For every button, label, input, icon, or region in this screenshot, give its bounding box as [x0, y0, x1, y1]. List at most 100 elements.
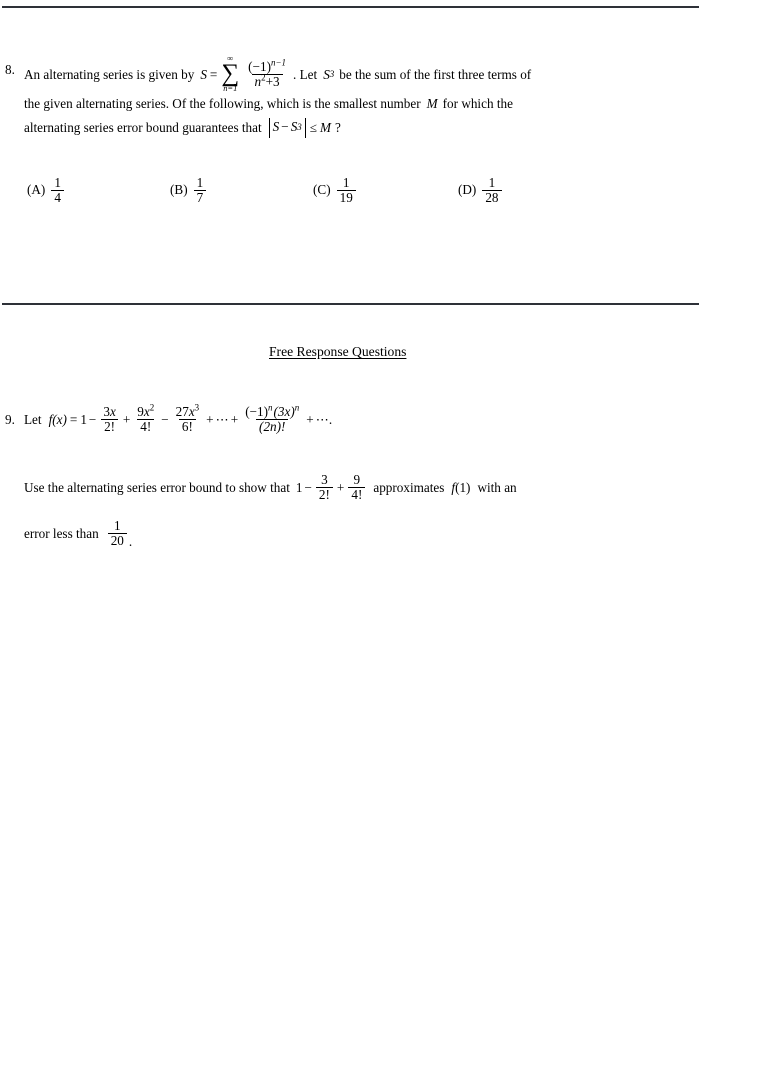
q9-gen-sign-exp: n — [268, 402, 273, 413]
q9-t2-coeff: 9 — [137, 404, 144, 419]
answer-choice-d[interactable]: (D) 1 28 — [458, 176, 504, 205]
answer-choice-c-label: (C) — [313, 182, 331, 198]
q8-line3-variable-M: M — [320, 120, 332, 136]
question-9-number: 9. — [5, 412, 15, 427]
answer-choice-a-fraction: 1 4 — [51, 176, 64, 205]
q8-line2-variable-M: M — [426, 96, 438, 112]
q9-t1-den: 2! — [101, 418, 119, 434]
question-9-prompt-line-2: error less than 1 20 . — [24, 519, 132, 548]
q8-series-formula: S = ∞ ∑ n=1 (−1)n−1 n2+3 — [200, 54, 291, 94]
question-8-line-2: the given alternating series. Of the fol… — [24, 96, 513, 112]
answer-choice-a-numerator: 1 — [54, 175, 61, 190]
q9-plus-2: + — [206, 411, 214, 427]
q9-t3-coeff: 27 — [175, 404, 189, 419]
q9-ellipsis-1: ⋯ — [215, 411, 229, 427]
answer-choice-d-label: (D) — [458, 182, 477, 198]
answer-choice-b-label: (B) — [170, 182, 188, 198]
q9-ellipsis-2: ⋯ — [315, 411, 329, 427]
q8-S3-base: S — [323, 66, 330, 82]
q9-t2-den: 4! — [137, 418, 155, 434]
q9-approx-one: 1 — [295, 479, 303, 495]
top-divider — [2, 6, 699, 8]
answer-choice-b[interactable]: (B) 1 7 — [170, 176, 208, 205]
q9-equals-sign: = — [69, 411, 78, 427]
answer-choice-a[interactable]: (A) 1 4 — [27, 176, 66, 205]
q8-summand-fraction: (−1)n−1 n2+3 — [245, 57, 289, 89]
q9-prompt-function-argument: (1) — [455, 479, 471, 495]
question-9-prompt-line-1: Use the alternating series error bound t… — [24, 473, 517, 502]
q8-formula-S: S — [200, 66, 207, 82]
question-8-line-1: An alternating series is given by S = ∞ … — [24, 54, 532, 94]
q9-term-3-fraction: 27x3 6! — [173, 402, 203, 434]
q9-error-denominator: 20 — [107, 532, 127, 548]
answer-choice-d-denominator: 28 — [482, 189, 502, 205]
q9-approx-t2-num: 9 — [353, 472, 361, 487]
q8-line1-text-c: be the sum of the first three terms of — [339, 66, 532, 82]
q9-prompt-text-c: with an — [477, 479, 517, 495]
q9-term-1-fraction: 3x 2! — [100, 404, 119, 434]
q8-summation: ∞ ∑ n=1 — [221, 54, 239, 94]
answer-choice-c-fraction: 1 19 — [336, 175, 356, 205]
answer-choice-b-denominator: 7 — [193, 189, 207, 205]
answer-choice-c-numerator: 1 — [342, 175, 350, 190]
q8-line3-text: alternating series error bound guarantee… — [24, 120, 262, 136]
answer-choice-d-numerator: 1 — [488, 175, 496, 190]
q9-gen-base: (3x) — [273, 404, 295, 419]
q8-line2-text-end: for which the — [442, 96, 513, 112]
q9-lead-text: Let — [24, 411, 42, 427]
q9-error-period: . — [128, 533, 133, 549]
answer-choice-b-numerator: 1 — [196, 175, 204, 190]
q8-less-equal-sign: ≤ — [309, 120, 318, 136]
question-9-definition-line: Let f (x) = 1 − 3x 2! + 9x2 4! − 27x3 6! … — [24, 402, 333, 434]
q8-line3-question-mark: ? — [335, 120, 341, 136]
answer-choice-d-fraction: 1 28 — [482, 175, 502, 205]
q8-line2-text: the given alternating series. Of the fol… — [24, 96, 421, 112]
q9-t2-exp: 2 — [149, 402, 155, 413]
q9-prompt-text-d: error less than — [24, 525, 99, 541]
q8-absolute-value-expression: S − S3 — [268, 118, 306, 138]
q8-sum-lower-limit: n=1 — [223, 84, 238, 94]
q8-abs-S: S — [272, 119, 280, 134]
q9-term-2-fraction: 9x2 4! — [134, 402, 157, 434]
free-response-section-header: Free Response Questions — [269, 344, 407, 359]
q9-minus-2: − — [161, 411, 169, 427]
answer-choice-c[interactable]: (C) 1 19 — [313, 176, 358, 205]
answer-choice-b-fraction: 1 7 — [193, 175, 207, 205]
q9-approx-plus: + — [336, 479, 345, 495]
q9-general-term-fraction: (−1)n(3x)n (2n)! — [242, 402, 302, 434]
q9-plus-4: + — [306, 411, 314, 427]
question-8-number: 8. — [5, 62, 15, 77]
q9-approx-minus: − — [304, 479, 312, 495]
q9-approx-t1-num: 3 — [321, 472, 328, 487]
q9-error-bound-fraction: 1 20 — [107, 518, 127, 548]
q9-gen-exp: n — [294, 402, 300, 413]
q8-summand-denominator-rest: +3 — [265, 73, 280, 89]
q9-prompt-text-a: Use the alternating series error bound t… — [24, 479, 290, 495]
q9-approx-term-2-fraction: 9 4! — [348, 472, 366, 502]
q9-t3-den: 6! — [178, 418, 196, 434]
answer-choice-a-label: (A) — [27, 182, 46, 198]
q9-error-numerator: 1 — [114, 518, 121, 533]
worksheet-page: 8. An alternating series is given by S =… — [0, 0, 768, 1067]
q9-gen-sign: (−1) — [245, 404, 269, 419]
q9-approx-t2-den: 4! — [348, 486, 366, 502]
q8-summand-numerator-exponent: n−1 — [271, 57, 287, 68]
q8-line1-text-b: . Let — [293, 66, 318, 82]
section-divider — [2, 303, 699, 305]
q9-prompt-text-b: approximates — [373, 479, 445, 495]
answer-choice-c-denominator: 19 — [336, 189, 356, 205]
q8-line1-text-a: An alternating series is given by — [24, 66, 195, 82]
q9-approx-term-1-fraction: 3 2! — [315, 472, 333, 502]
q9-period: . — [328, 411, 333, 427]
q8-summand-numerator: (−1) — [248, 58, 271, 74]
q9-t1-var: x — [109, 404, 116, 419]
question-8-line-3: alternating series error bound guarantee… — [24, 118, 341, 138]
q8-abs-minus: − — [281, 119, 289, 134]
q9-plus-3: + — [230, 411, 239, 427]
q8-formula-equals: = — [209, 66, 218, 82]
q9-gen-den: (2n)! — [256, 418, 289, 434]
q9-t1-coeff: 3 — [103, 404, 110, 419]
answer-choice-a-denominator: 4 — [51, 189, 64, 205]
q9-plus-1: + — [122, 411, 131, 427]
q9-t3-exp: 3 — [194, 402, 200, 413]
